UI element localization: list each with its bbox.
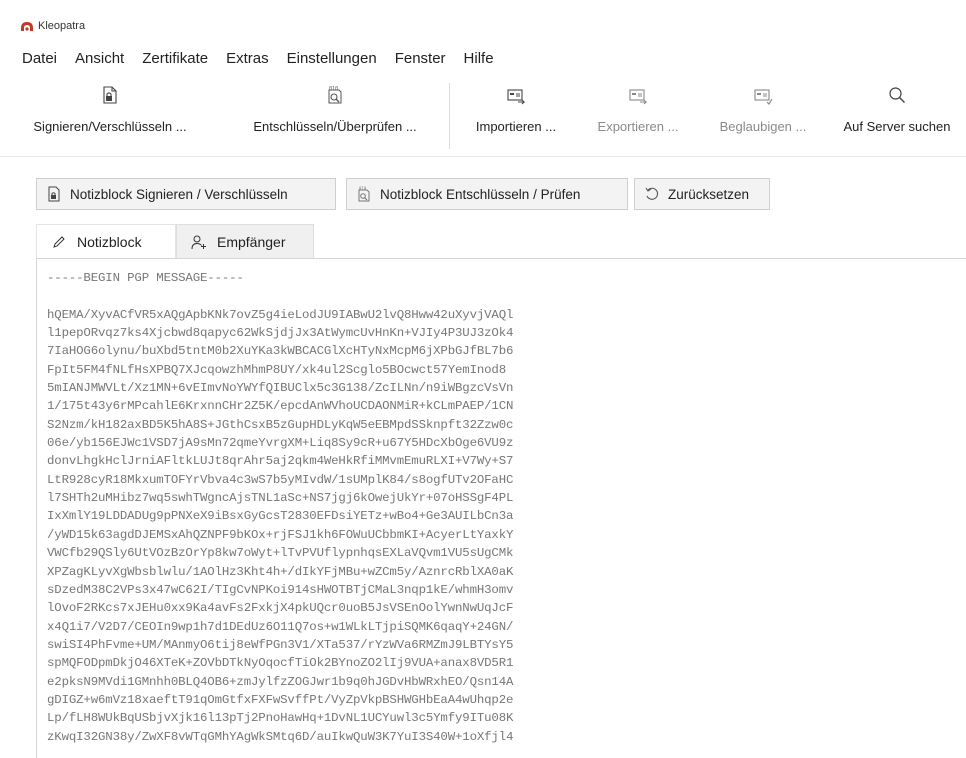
notepad-sign-encrypt-button[interactable]: Notizblock Signieren / Verschlüsseln xyxy=(36,178,336,210)
sign-encrypt-button[interactable]: Signieren/Verschlüsseln ... xyxy=(0,77,220,155)
decrypt-verify-button[interactable]: 010 Entschlüsseln/Überprüfen ... xyxy=(222,77,448,155)
decrypt-verify-label: Entschlüsseln/Überprüfen ... xyxy=(253,119,417,134)
sign-encrypt-icon xyxy=(103,86,117,104)
main-toolbar: Signieren/Verschlüsseln ... 010 Entschlü… xyxy=(0,77,966,157)
notepad-editor[interactable]: -----BEGIN PGP MESSAGE----- hQEMA/XyvACf… xyxy=(36,258,966,758)
reset-button[interactable]: Zurücksetzen xyxy=(634,178,770,210)
sign-encrypt-label: Signieren/Verschlüsseln ... xyxy=(33,119,187,134)
certify-button[interactable]: Beglaubigen ... xyxy=(700,77,826,155)
import-button[interactable]: Importieren ... xyxy=(456,77,576,155)
menu-fenster[interactable]: Fenster xyxy=(386,44,455,74)
svg-text:010: 010 xyxy=(359,186,367,191)
menu-hilfe[interactable]: Hilfe xyxy=(455,44,503,74)
sign-encrypt-icon xyxy=(48,186,60,202)
export-certificate-icon xyxy=(629,89,648,105)
menu-ansicht[interactable]: Ansicht xyxy=(66,44,133,74)
search-icon xyxy=(889,87,905,103)
tab-notepad-label: Notizblock xyxy=(77,234,142,250)
certify-certificate-icon xyxy=(754,89,773,105)
lookup-server-button[interactable]: Auf Server suchen xyxy=(828,77,966,155)
tab-recipients-label: Empfänger xyxy=(217,234,286,250)
decrypt-verify-icon: 010 xyxy=(358,186,370,202)
menu-bar: Datei Ansicht Zertifikate Extras Einstel… xyxy=(0,44,966,74)
notepad-decrypt-verify-label: Notizblock Entschlüsseln / Prüfen xyxy=(380,186,581,202)
kleopatra-app-icon xyxy=(21,22,33,31)
export-label: Exportieren ... xyxy=(597,119,679,134)
window-title: Kleopatra xyxy=(38,20,86,32)
certify-label: Beglaubigen ... xyxy=(719,119,807,134)
undo-icon xyxy=(645,187,659,200)
import-label: Importieren ... xyxy=(475,119,557,134)
title-bar: Kleopatra xyxy=(0,0,966,40)
import-certificate-icon xyxy=(507,89,526,105)
menu-datei[interactable]: Datei xyxy=(0,44,66,74)
pencil-icon xyxy=(53,236,65,248)
kleopatra-window: Kleopatra Datei Ansicht Zertifikate Extr… xyxy=(0,0,966,758)
svg-text:010: 010 xyxy=(329,86,338,92)
notepad-sign-encrypt-label: Notizblock Signieren / Verschlüsseln xyxy=(70,186,288,202)
notepad-decrypt-verify-button[interactable]: 010 Notizblock Entschlüsseln / Prüfen xyxy=(346,178,628,210)
add-user-icon xyxy=(191,235,206,250)
toolbar-separator xyxy=(449,83,450,149)
tab-recipients[interactable]: Empfänger xyxy=(176,224,314,259)
tab-notepad[interactable]: Notizblock xyxy=(36,224,176,259)
menu-zertifikate[interactable]: Zertifikate xyxy=(133,44,217,74)
decrypt-verify-icon: 010 xyxy=(328,86,342,104)
pgp-message-text[interactable]: -----BEGIN PGP MESSAGE----- hQEMA/XyvACf… xyxy=(47,269,966,746)
lookup-server-label: Auf Server suchen xyxy=(843,119,951,134)
menu-extras[interactable]: Extras xyxy=(217,44,278,74)
reset-label: Zurücksetzen xyxy=(668,186,750,202)
export-button[interactable]: Exportieren ... xyxy=(578,77,698,155)
menu-einstellungen[interactable]: Einstellungen xyxy=(278,44,386,74)
